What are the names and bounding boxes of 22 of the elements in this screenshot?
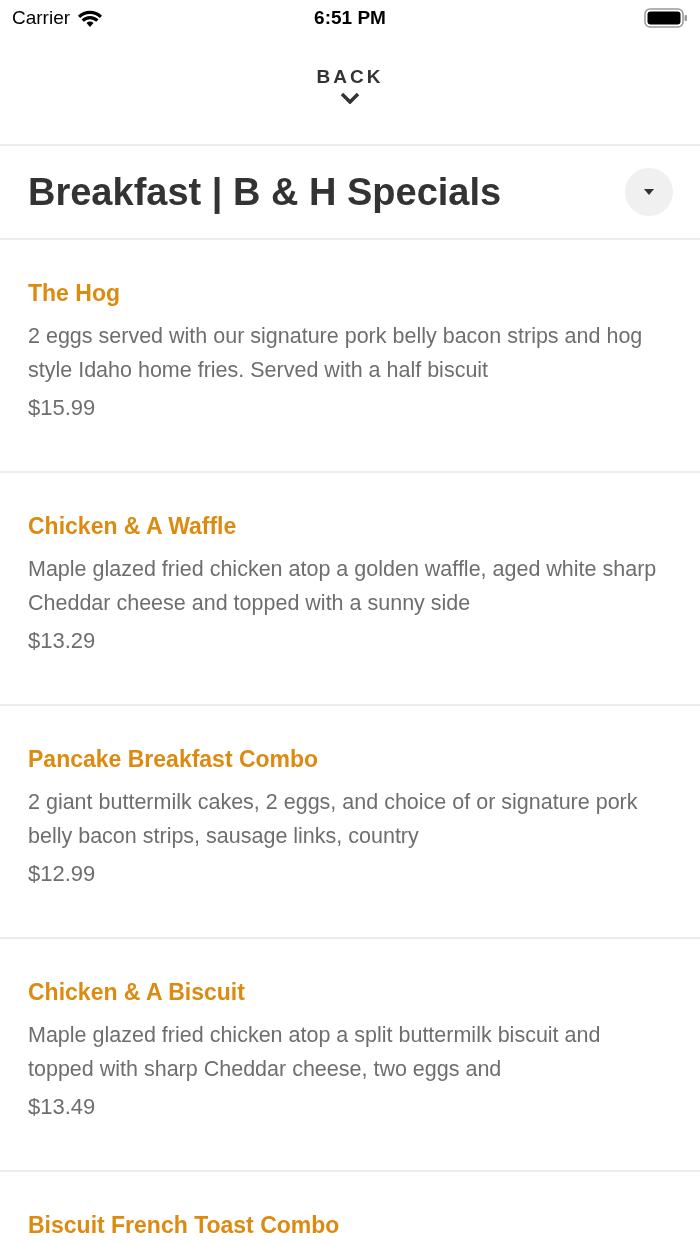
carrier-name: Carrier	[12, 7, 71, 29]
dish-name: Biscuit French Toast Combo	[28, 1212, 341, 1239]
triangle-icon	[643, 188, 655, 196]
battery-icon	[644, 8, 688, 28]
dish-name: Pancake Breakfast Combo	[28, 746, 320, 773]
dish-description: 2 giant buttermilk cakes, 2 eggs, and choice of or signature pork belly bacon strips, sausage links, country	[28, 789, 639, 850]
dish-description: Maple glazed fried chicken atop a split buttermilk biscuit and topped with sharp Cheddar cheese, two eggs and	[28, 1022, 602, 1083]
dish-name: Chicken & A Biscuit	[28, 979, 246, 1006]
dish-name: The Hog	[28, 280, 121, 307]
dish-description: 2 eggs served with our signature pork belly bacon strips and hog style Idaho home fries. Served with a half biscuit	[28, 323, 644, 384]
category-dropdown-button[interactable]	[625, 168, 673, 216]
dish-price: $13.49	[28, 1094, 96, 1120]
wifi-icon	[78, 9, 103, 27]
dish-description: Maple glazed fried chicken atop a golden waffle, aged white sharp Cheddar cheese and topped with a sunny side	[28, 556, 658, 617]
category-title: Breakfast | B & H Specials	[28, 170, 502, 214]
dish-price: $12.99	[28, 861, 96, 887]
clock-time: 6:51 PM	[314, 7, 386, 29]
dish-name: Chicken & A Waffle	[28, 513, 238, 540]
chevron-down-icon	[340, 92, 360, 104]
back-button[interactable]: BACK	[316, 66, 384, 122]
dish-price: $15.99	[28, 395, 96, 421]
dish-price: $13.29	[28, 628, 96, 654]
